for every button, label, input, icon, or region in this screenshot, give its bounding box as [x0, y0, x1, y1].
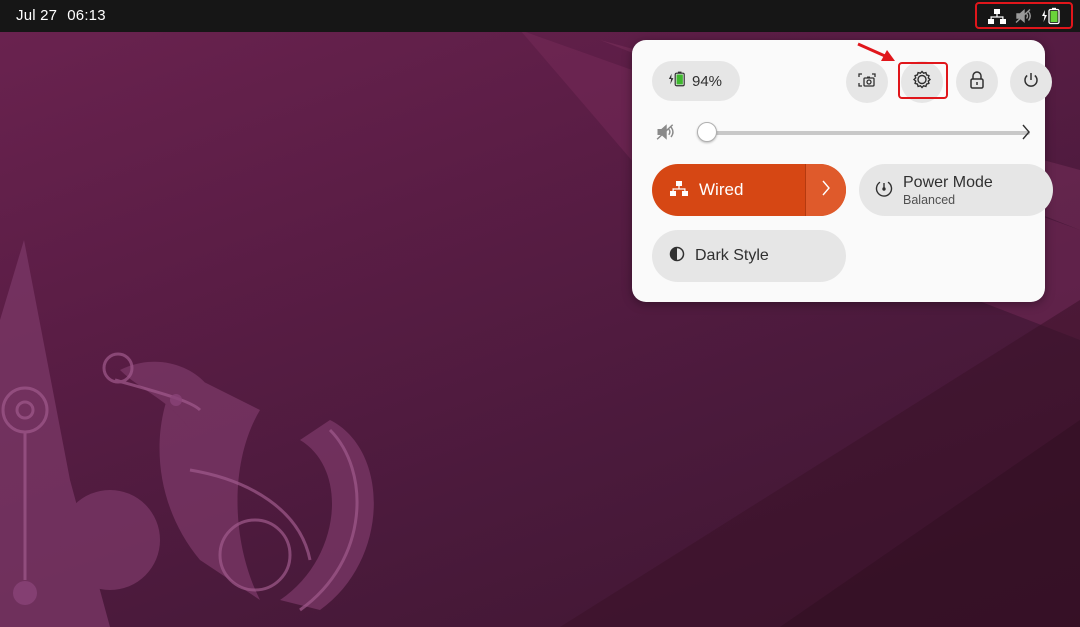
quick-settings-menu: 94% Wired Power Mode Balanced Dark Style [632, 40, 1053, 302]
wired-network-toggle[interactable]: Wired [652, 164, 846, 216]
annotation-arrow-icon [857, 42, 895, 61]
lock-icon [969, 70, 985, 94]
volume-slider[interactable] [710, 131, 1030, 135]
clock-time: 06:13 [67, 7, 106, 24]
wired-expand-button[interactable] [806, 164, 846, 216]
power-mode-toggle[interactable]: Power Mode Balanced [859, 164, 1053, 216]
system-tray[interactable] [975, 2, 1073, 29]
network-wired-icon [670, 180, 688, 201]
battery-charging-icon [1041, 6, 1061, 26]
chevron-right-icon [821, 179, 831, 202]
volume-muted-icon [1014, 6, 1034, 26]
power-mode-label: Power Mode [903, 173, 993, 191]
wired-toggle-main[interactable]: Wired [652, 164, 805, 216]
power-mode-gauge-icon [875, 179, 893, 202]
power-icon [1022, 71, 1040, 94]
dark-style-toggle[interactable]: Dark Style [652, 230, 846, 282]
clock[interactable]: Jul 27 06:13 [16, 7, 116, 24]
volume-slider-row [656, 120, 1030, 146]
volume-slider-knob[interactable] [697, 122, 717, 142]
power-mode-value: Balanced [903, 192, 956, 207]
chevron-right-icon[interactable] [1020, 122, 1032, 147]
screenshot-icon [858, 72, 876, 93]
dark-style-icon [669, 246, 685, 267]
power-off-button[interactable] [1010, 61, 1052, 103]
clock-date: Jul 27 [16, 7, 58, 24]
wired-label: Wired [699, 180, 744, 199]
battery-percent: 94% [692, 72, 723, 90]
lock-button[interactable] [956, 61, 998, 103]
dark-style-label: Dark Style [695, 247, 769, 264]
screenshot-button[interactable] [846, 61, 888, 103]
desktop: Jul 27 06:13 94% Wired Power Mode Balanc… [0, 0, 1080, 627]
battery-charging-icon [668, 70, 686, 92]
top-bar: Jul 27 06:13 [0, 0, 1080, 32]
battery-status-button[interactable]: 94% [652, 61, 740, 101]
settings-highlight-box [898, 62, 948, 99]
network-wired-icon [987, 6, 1007, 26]
volume-muted-icon[interactable] [656, 123, 676, 146]
